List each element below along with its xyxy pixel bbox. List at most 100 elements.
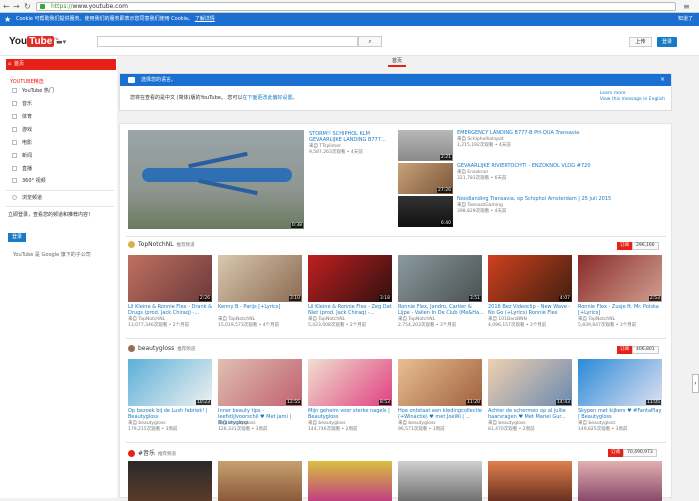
video-thumbnail[interactable]: 2:21 bbox=[398, 130, 453, 161]
change-preference-link[interactable]: 在下面更改此偏好设置 bbox=[242, 95, 292, 101]
sidebar-item-gaming[interactable]: 游戏 bbox=[12, 127, 32, 134]
shelf-header[interactable]: beautygloss 推荐频道 bbox=[128, 345, 195, 352]
video-thumbnail[interactable]: 8:53 bbox=[308, 359, 392, 406]
reload-icon[interactable]: ↻ bbox=[24, 2, 31, 11]
video-meta: 144,746次观看 • 2周前 bbox=[308, 427, 358, 432]
signin-button[interactable]: 登录 bbox=[657, 37, 677, 47]
sidebar-item-news[interactable]: 新闻 bbox=[12, 153, 32, 160]
address-bar[interactable]: https://www.youtube.com bbox=[36, 2, 676, 11]
video-thumbnail[interactable] bbox=[578, 461, 662, 501]
video-meta: 179,215次观看 • 3周前 bbox=[128, 427, 178, 432]
video-title[interactable]: Mijn geheim voor sterke nagels | Beautyg… bbox=[308, 408, 394, 420]
video-meta: 81,470次观看 • 2周前 bbox=[488, 427, 535, 432]
sidebar-item-music[interactable]: 音乐 bbox=[12, 101, 32, 108]
sidebar-item-sports[interactable]: 体育 bbox=[12, 114, 32, 121]
video-channel[interactable]: 来自 beautygloss bbox=[218, 421, 256, 427]
duration-badge: 14:43 bbox=[556, 400, 571, 405]
shelf-header[interactable]: TopNotchNL 推荐频道 bbox=[128, 241, 195, 248]
video-thumbnail[interactable]: 27:26 bbox=[398, 163, 453, 194]
video-thumbnail[interactable]: 4:07 bbox=[488, 255, 572, 302]
featured-thumbnail[interactable]: 0:38 bbox=[128, 130, 304, 229]
video-thumbnail[interactable]: 3:51 bbox=[398, 255, 482, 302]
video-channel[interactable]: 来自 TopNotchNL bbox=[128, 317, 165, 323]
duration-badge: 2:53 bbox=[648, 296, 661, 301]
video-channel[interactable]: 来自 101BarzBNN bbox=[488, 317, 527, 323]
upload-button[interactable]: 上传 bbox=[629, 37, 652, 47]
search-button[interactable]: ⌕ bbox=[358, 36, 382, 47]
video-channel[interactable]: 来自 beautygloss bbox=[488, 421, 526, 427]
video-title[interactable]: Lil Kleine & Ronnie Flex - Drank & Drugs… bbox=[128, 304, 214, 316]
video-title[interactable]: Achter de schermen op al jullie haarvrag… bbox=[488, 408, 574, 420]
youtube-logo[interactable]: You Tube NL bbox=[9, 36, 59, 47]
close-icon[interactable]: × bbox=[660, 74, 665, 86]
video-title[interactable]: Kenny B - Parijs [+Lyrics] bbox=[218, 304, 304, 310]
subscribe-button[interactable]: 订阅 406,801 bbox=[617, 346, 659, 354]
sidebar-item-360[interactable]: 360° 视频 bbox=[12, 178, 46, 185]
sidebar-signin-button[interactable]: 登录 bbox=[8, 233, 26, 242]
shelf-divider bbox=[126, 338, 666, 339]
view-english-link[interactable]: View this message in English bbox=[600, 97, 665, 103]
browser-menu-icon[interactable]: ≡ bbox=[683, 2, 690, 11]
sidebar-item-trending[interactable]: YouTube 热门 bbox=[12, 88, 54, 95]
video-title[interactable]: Skypen met kijkers ♥ #FantaPlay | Beauty… bbox=[578, 408, 664, 420]
video-thumbnail[interactable]: 11:20 bbox=[398, 359, 482, 406]
video-channel[interactable]: 来自 beautygloss bbox=[308, 421, 346, 427]
video-channel[interactable]: 来自 TopNotchNL bbox=[398, 317, 435, 323]
duration-badge: 10:23 bbox=[196, 400, 211, 405]
video-thumbnail[interactable]: 10:23 bbox=[128, 359, 212, 406]
video-title[interactable]: Ronnie Flex - Zusje ft. Mr. Polska [+Lyr… bbox=[578, 304, 664, 316]
video-channel[interactable]: 来自 beautygloss bbox=[578, 421, 616, 427]
tab-home[interactable]: 首页 bbox=[392, 57, 402, 64]
video-thumbnail[interactable]: 3:10 bbox=[218, 255, 302, 302]
video-title[interactable]: Op bezoek bij de Lush fabriek! | Beautyg… bbox=[128, 408, 214, 420]
video-thumbnail[interactable] bbox=[398, 461, 482, 501]
sidebar-item-live[interactable]: 直播 bbox=[12, 166, 32, 173]
video-thumbnail[interactable] bbox=[488, 461, 572, 501]
video-channel[interactable]: 来自 TopNotchNL bbox=[308, 317, 345, 323]
featured-title[interactable]: STORM!! SCHIPHOL KLM GEVAARLIJKE LANDING… bbox=[309, 131, 399, 143]
video-channel[interactable]: 来自 beautygloss bbox=[398, 421, 436, 427]
cookie-ok-button[interactable]: 知道了 bbox=[678, 13, 693, 26]
guide-menu-icon[interactable]: ▬▾ bbox=[56, 38, 66, 46]
video-thumbnail[interactable] bbox=[218, 461, 302, 501]
video-title[interactable]: 2016 Bez Videoclip - New Wave - No Go (+… bbox=[488, 304, 574, 316]
language-notice-body: 您将在查看的是中文 (简体)版的YouTube。 您可以在下面更改此偏好设置。 bbox=[130, 95, 298, 101]
shelf-header[interactable]: #音乐 推荐频道 bbox=[128, 448, 176, 457]
video-channel[interactable]: 来自 TopNotchNL bbox=[218, 317, 255, 323]
sidebar-item-home[interactable]: ⌂ 首页 bbox=[6, 59, 116, 70]
back-icon[interactable]: ← bbox=[3, 2, 10, 11]
video-thumbnail[interactable]: 3:18 bbox=[308, 255, 392, 302]
scroll-right-button[interactable]: › bbox=[692, 374, 699, 393]
video-title[interactable]: GEVAARLIJKE RIVIERTOCHT! - ENZOKNOL VLOG… bbox=[457, 163, 627, 169]
video-thumbnail[interactable]: 2:26 bbox=[128, 255, 212, 302]
video-thumbnail[interactable]: 11:05 bbox=[578, 359, 662, 406]
video-thumbnail[interactable] bbox=[128, 461, 212, 501]
sidebar: ⌂ 首页 YOUTUBE精选 YouTube 热门 音乐 体育 游戏 电影 新闻 … bbox=[0, 56, 117, 498]
video-channel[interactable]: 来自 ToenozzGaming bbox=[457, 203, 503, 209]
video-channel[interactable]: 来自 beautygloss bbox=[128, 421, 166, 427]
video-thumbnail[interactable]: 12:55 bbox=[218, 359, 302, 406]
search-input[interactable] bbox=[97, 36, 358, 47]
forward-icon[interactable]: → bbox=[13, 2, 20, 11]
video-channel[interactable]: 来自 Enzoknol bbox=[457, 170, 488, 176]
video-title[interactable]: Noodlanding Transavia, op Schiphol Amste… bbox=[457, 196, 627, 202]
video-thumbnail[interactable]: 14:43 bbox=[488, 359, 572, 406]
subscribe-button[interactable]: 订阅 296,166 bbox=[617, 242, 659, 250]
video-title[interactable]: EMERGENCY LANDING B777-B PH-QUA Transavi… bbox=[457, 130, 627, 136]
video-title[interactable]: Lil Kleine & Ronnie Flex - Zeg Dat Niet … bbox=[308, 304, 394, 316]
video-thumbnail[interactable]: 6:40 bbox=[398, 196, 453, 227]
duration-badge: 3:10 bbox=[288, 296, 301, 301]
browser-toolbar: ← → ↻ https://www.youtube.com ≡ bbox=[0, 0, 699, 13]
sidebar-item-browse-channels[interactable]: 浏览频道 bbox=[12, 195, 42, 202]
sidebar-item-movies[interactable]: 电影 bbox=[12, 140, 32, 147]
learn-more-link[interactable]: 了解详情 bbox=[195, 16, 215, 22]
channel-avatar bbox=[128, 241, 135, 248]
video-title[interactable]: Hoe ontstaat een kledingcollectie (+Wina… bbox=[398, 408, 484, 420]
video-title[interactable]: Ronnie Flex, Jandro, Cartier & Lijpe - V… bbox=[398, 304, 484, 316]
featured-channel[interactable]: 来自 TTsplimer bbox=[309, 144, 341, 150]
video-channel[interactable]: 来自 TopNotchNL bbox=[578, 317, 615, 323]
subscribe-button[interactable]: 订阅 70,490,973 bbox=[608, 449, 657, 457]
video-channel[interactable]: 来自 Schipholhotspot bbox=[457, 137, 504, 143]
video-thumbnail[interactable]: 2:53 bbox=[578, 255, 662, 302]
video-thumbnail[interactable] bbox=[308, 461, 392, 501]
